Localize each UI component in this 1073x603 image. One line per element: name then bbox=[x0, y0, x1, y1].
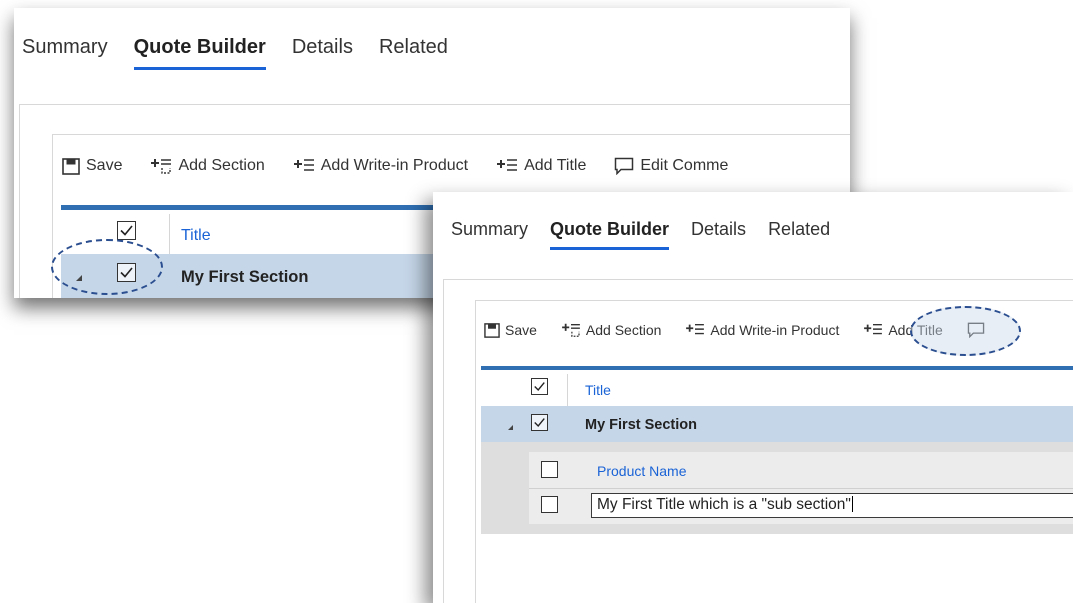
tab-details[interactable]: Details bbox=[292, 36, 353, 59]
select-all-checkbox[interactable] bbox=[117, 221, 136, 240]
title-input-text: My First Title which is a "sub section" bbox=[597, 496, 851, 513]
comment-icon bbox=[615, 157, 634, 175]
title-column-header[interactable]: Title bbox=[585, 382, 611, 398]
product-name-column-header[interactable]: Product Name bbox=[597, 463, 686, 479]
select-all-checkbox[interactable] bbox=[531, 378, 548, 395]
edit-comments-button[interactable]: Edit Comme bbox=[614, 157, 728, 175]
add-title-label: Add Title bbox=[524, 157, 587, 174]
section-row[interactable] bbox=[481, 406, 1073, 442]
tab-related[interactable]: Related bbox=[379, 36, 448, 59]
section-name: My First Section bbox=[181, 268, 309, 286]
edit-comments-label: Edit Comme bbox=[640, 157, 729, 174]
add-write-in-product-icon bbox=[686, 323, 705, 335]
title-name-input[interactable]: My First Title which is a "sub section" bbox=[591, 493, 1073, 518]
tab-quote-builder[interactable]: Quote Builder bbox=[550, 219, 670, 250]
tab-summary[interactable]: Summary bbox=[451, 219, 528, 240]
add-section-button[interactable]: Add Section bbox=[150, 157, 265, 175]
quote-form-after: Summary Quote Builder Details Related Sa… bbox=[433, 192, 1073, 603]
save-button[interactable]: Save bbox=[62, 157, 122, 175]
row-divider bbox=[529, 488, 1073, 489]
add-section-button[interactable]: Add Section bbox=[561, 322, 662, 338]
add-section-icon bbox=[562, 323, 580, 337]
add-write-in-product-button[interactable]: Add Write-in Product bbox=[293, 157, 468, 175]
add-write-in-product-button[interactable]: Add Write-in Product bbox=[685, 322, 839, 338]
command-bar: Save Add Section Add Write-in Product Ad… bbox=[62, 157, 728, 175]
column-divider bbox=[567, 374, 568, 406]
child-select-all-checkbox[interactable] bbox=[541, 461, 558, 478]
save-icon bbox=[62, 157, 80, 175]
text-cursor bbox=[851, 496, 853, 512]
tab-summary[interactable]: Summary bbox=[22, 36, 108, 59]
checkmark-icon bbox=[120, 225, 133, 236]
section-row-checkbox[interactable] bbox=[531, 414, 548, 431]
checkmark-icon bbox=[534, 382, 545, 391]
add-section-icon bbox=[151, 159, 172, 174]
form-tabs: Summary Quote Builder Details Related bbox=[22, 36, 474, 70]
grid-header-bar bbox=[481, 366, 1073, 370]
highlight-callout-checkbox bbox=[51, 239, 163, 295]
add-write-in-product-label: Add Write-in Product bbox=[710, 322, 840, 338]
add-section-label: Add Section bbox=[178, 157, 265, 174]
highlight-callout-add-title bbox=[910, 306, 1021, 356]
add-write-in-product-label: Add Write-in Product bbox=[320, 157, 469, 174]
save-label: Save bbox=[505, 322, 537, 338]
collapse-arrow-icon[interactable] bbox=[508, 425, 513, 430]
form-tabs: Summary Quote Builder Details Related bbox=[451, 219, 852, 250]
save-icon bbox=[484, 322, 500, 338]
column-divider bbox=[169, 214, 170, 254]
tab-details[interactable]: Details bbox=[691, 219, 746, 240]
tab-related[interactable]: Related bbox=[768, 219, 830, 240]
title-row-checkbox[interactable] bbox=[541, 496, 558, 513]
title-column-header[interactable]: Title bbox=[181, 227, 211, 245]
section-name: My First Section bbox=[585, 417, 697, 433]
add-write-in-product-icon bbox=[293, 159, 314, 171]
add-section-label: Add Section bbox=[585, 322, 662, 338]
checkmark-icon bbox=[534, 418, 545, 427]
tab-quote-builder[interactable]: Quote Builder bbox=[133, 36, 267, 70]
save-label: Save bbox=[86, 157, 123, 174]
add-title-button[interactable]: Add Title bbox=[496, 157, 586, 175]
save-button[interactable]: Save bbox=[484, 322, 537, 338]
add-title-icon bbox=[497, 159, 518, 171]
add-title-icon bbox=[864, 323, 883, 335]
